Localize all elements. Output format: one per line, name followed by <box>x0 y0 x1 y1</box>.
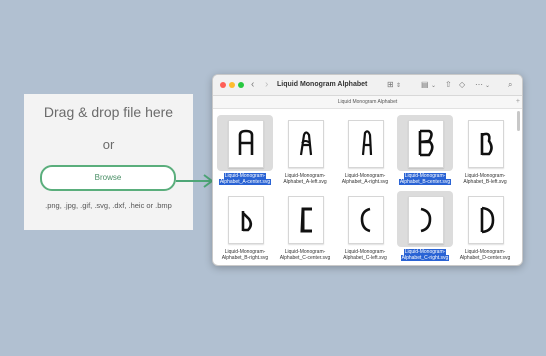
svg-preview <box>468 120 504 168</box>
monogram-letter-icon <box>480 132 493 156</box>
monogram-letter-icon <box>361 130 373 156</box>
zoom-window-icon[interactable] <box>238 82 244 88</box>
svg-preview <box>288 196 324 244</box>
file-thumbnail[interactable] <box>217 191 273 247</box>
file-thumbnail[interactable] <box>217 115 273 171</box>
file-name-line2: Alphabet_A-right.svg <box>341 179 389 185</box>
add-tab-icon[interactable]: + <box>516 96 520 108</box>
forward-arrow-icon[interactable]: › <box>265 79 268 90</box>
monogram-letter-icon <box>418 129 434 157</box>
file-name[interactable]: Liquid-Monogram- Alphabet_D-center.svg <box>450 249 520 261</box>
file-thumbnail[interactable] <box>337 191 393 247</box>
file-name-line2: Alphabet_D-center.svg <box>459 255 511 261</box>
file-grid: Liquid-Monogram- Alphabet_A-center.svg Liq… <box>213 109 519 265</box>
file-thumbnail[interactable] <box>397 191 453 247</box>
chevron-updown-icon[interactable]: ⇕ <box>396 82 401 89</box>
svg-preview <box>468 196 504 244</box>
window-title: Liquid Monogram Alphabet <box>277 81 368 88</box>
file-thumbnail[interactable] <box>337 115 393 171</box>
more-icon[interactable]: ⋯ <box>475 80 483 89</box>
monogram-letter-icon <box>300 207 312 233</box>
monogram-letter-icon <box>360 207 371 233</box>
svg-preview <box>228 196 264 244</box>
svg-preview <box>228 120 264 168</box>
file-name-line2: Alphabet_B-center.svg <box>398 179 452 185</box>
file-name[interactable]: Liquid-Monogram- Alphabet_B-left.svg <box>450 173 520 185</box>
tag-icon[interactable]: ◇ <box>459 80 465 89</box>
monogram-letter-icon <box>480 206 495 234</box>
svg-preview <box>408 196 444 244</box>
window-titlebar: ‹ › Liquid Monogram Alphabet ⊞ ⇕ ▤ ⌄ ⇧ ◇… <box>213 75 522 96</box>
path-bar: Liquid Monogram Alphabet + <box>213 96 522 109</box>
file-thumbnail[interactable] <box>277 115 333 171</box>
file-name-line2: Alphabet_A-left.svg <box>283 179 327 185</box>
file-thumbnail[interactable] <box>457 191 513 247</box>
group-icon[interactable]: ▤ <box>421 80 429 89</box>
file-thumbnail[interactable] <box>397 115 453 171</box>
svg-preview <box>348 120 384 168</box>
back-arrow-icon[interactable]: ‹ <box>251 79 254 90</box>
svg-preview <box>408 120 444 168</box>
monogram-letter-icon <box>420 207 432 233</box>
monogram-letter-icon <box>299 131 313 156</box>
share-icon[interactable]: ⇧ <box>445 80 452 89</box>
path-label: Liquid Monogram Alphabet <box>337 99 398 105</box>
file-thumbnail[interactable] <box>457 115 513 171</box>
search-icon[interactable]: ⌕ <box>508 80 512 90</box>
file-name-line2: Alphabet_A-center.svg <box>218 179 272 185</box>
finder-window: ‹ › Liquid Monogram Alphabet ⊞ ⇕ ▤ ⌄ ⇧ ◇… <box>212 74 523 266</box>
minimize-window-icon[interactable] <box>229 82 235 88</box>
svg-preview <box>288 120 324 168</box>
file-name-line2: Alphabet_C-left.svg <box>343 255 387 261</box>
more-chevron-icon[interactable]: ⌄ <box>485 82 490 89</box>
close-window-icon[interactable] <box>220 82 226 88</box>
file-thumbnail[interactable] <box>277 191 333 247</box>
file-name-line2: Alphabet_C-center.svg <box>279 255 331 261</box>
file-name-line2: Alphabet_C-right.svg <box>400 255 450 261</box>
grid-view-icon[interactable]: ⊞ <box>387 80 394 89</box>
svg-preview <box>348 196 384 244</box>
monogram-letter-icon <box>241 211 253 232</box>
monogram-letter-icon <box>238 129 254 155</box>
chevron-down-icon[interactable]: ⌄ <box>431 82 436 89</box>
file-name-line2: Alphabet_B-left.svg <box>463 179 507 185</box>
file-name-line2: Alphabet_B-right.svg <box>221 255 269 261</box>
